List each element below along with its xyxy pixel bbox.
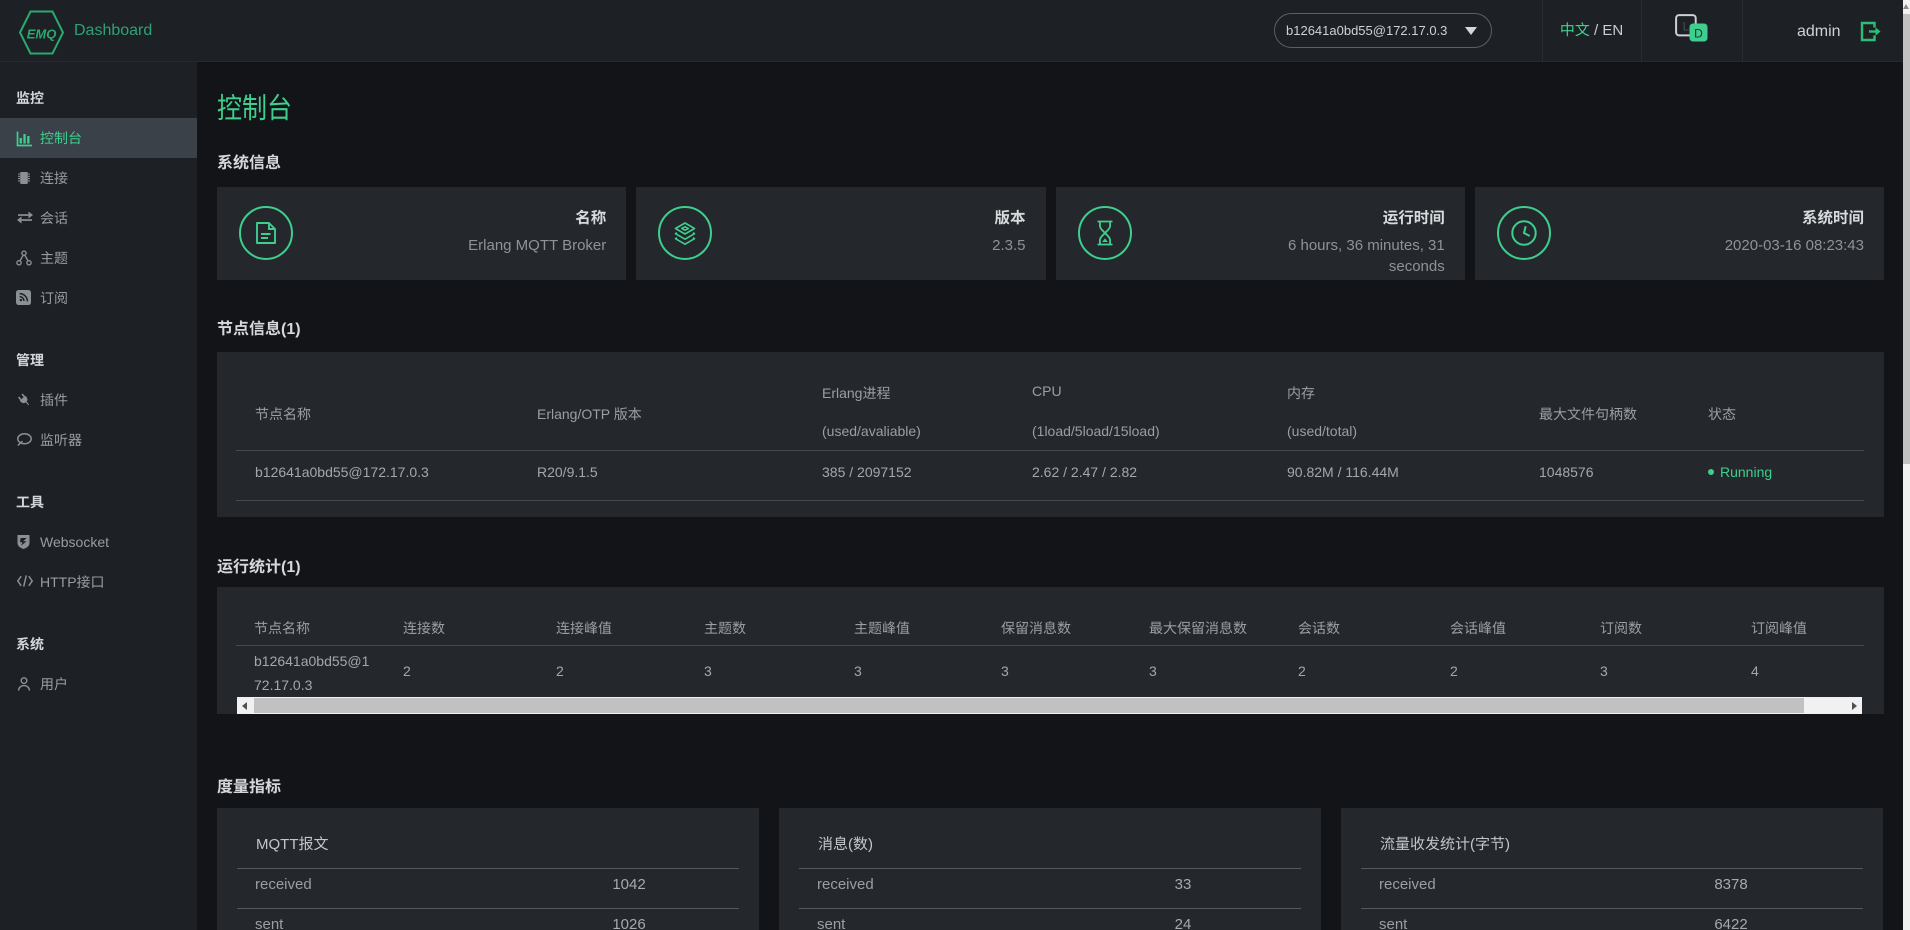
- svg-text:L: L: [1683, 20, 1690, 34]
- svg-text:EMQ: EMQ: [27, 27, 57, 42]
- svg-text:D: D: [1694, 27, 1703, 41]
